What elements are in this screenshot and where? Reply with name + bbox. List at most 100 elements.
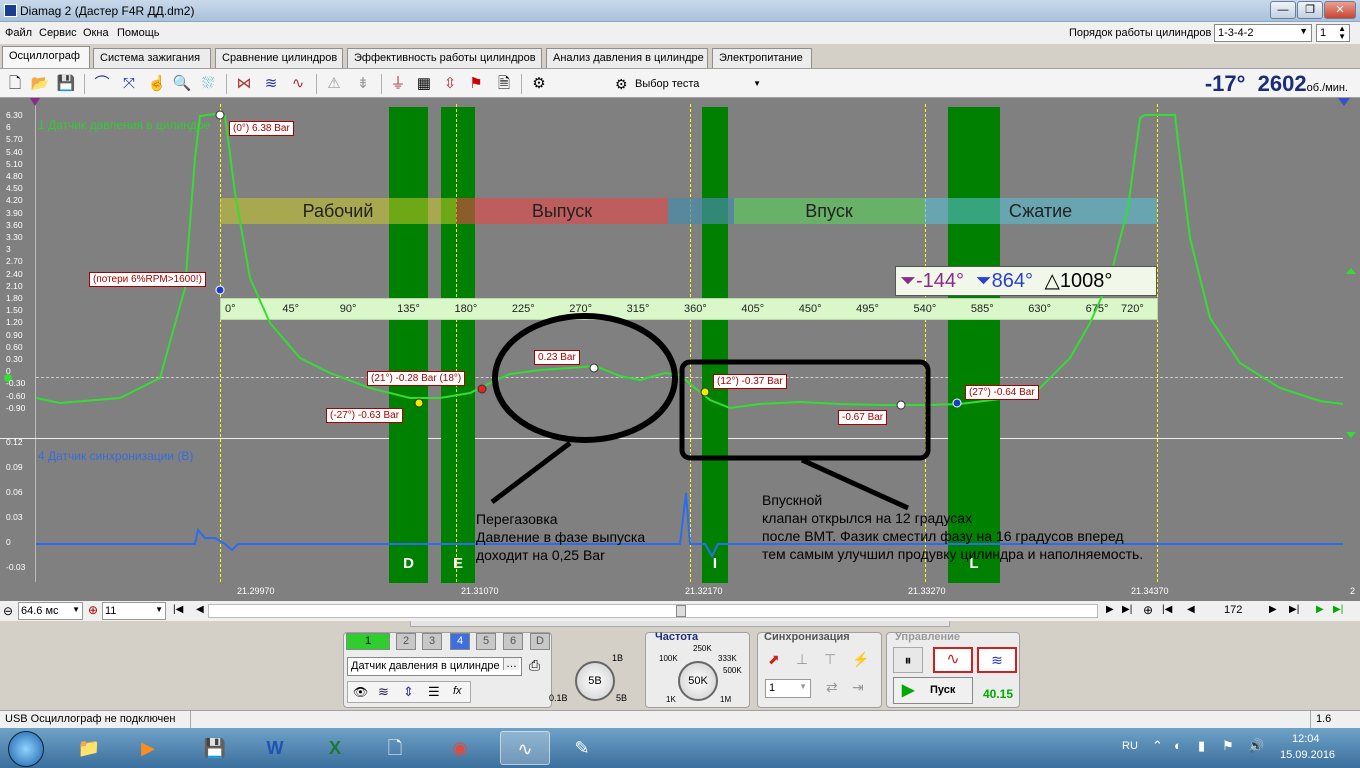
play-icon[interactable]: ▶ — [1316, 604, 1324, 615]
network-icon[interactable]: ▮ — [1198, 738, 1205, 754]
filter-icon[interactable]: ⛆ — [197, 73, 219, 95]
diamag-taskbar-icon[interactable]: ∿ — [500, 731, 550, 765]
last-frame-icon[interactable]: ▶| — [1289, 604, 1299, 615]
maximize-button[interactable]: ❐ — [1297, 1, 1323, 19]
timeline-scrollbar[interactable] — [208, 604, 1098, 618]
overlay-wave-icon[interactable]: ∿ — [287, 73, 309, 95]
menu-windows[interactable]: Окна — [83, 27, 109, 39]
falling-trigger-icon[interactable]: ⊤ — [824, 651, 836, 668]
y-axis-tick: 5.40 — [6, 146, 23, 157]
voltage-knob[interactable]: 5В — [575, 661, 615, 701]
cylinder-spinner[interactable]: 1 ▲ ▼ — [1316, 24, 1350, 42]
start-menu-button[interactable] — [8, 731, 44, 767]
first-frame-icon[interactable]: |◀ — [173, 604, 183, 615]
auto-trigger-icon[interactable]: ⚡ — [852, 651, 869, 668]
tab-oscilloscope[interactable]: Осциллограф — [2, 46, 90, 69]
tab-cylinder-compare[interactable]: Сравнение цилиндров — [215, 48, 343, 68]
start-button[interactable]: ▶ Пуск — [893, 677, 973, 704]
play-end-icon[interactable]: ▶| — [1333, 604, 1343, 615]
explorer-taskbar-icon[interactable]: 📁 — [64, 731, 114, 765]
menu-service[interactable]: Сервис — [39, 27, 77, 39]
trigger-icon[interactable]: ⌒ — [91, 73, 113, 95]
prev-frame-icon[interactable]: ◀ — [196, 604, 204, 615]
minimize-button[interactable]: — — [1270, 1, 1296, 19]
new-file-icon[interactable]: 🗋 — [4, 73, 26, 95]
zero-icon[interactable]: ⇟ — [352, 73, 374, 95]
wave-icon[interactable]: ≋ — [260, 73, 282, 95]
save-taskbar-icon[interactable]: 💾 — [190, 731, 240, 765]
paint-taskbar-icon[interactable]: ✎ — [557, 731, 607, 765]
language-indicator[interactable]: RU — [1122, 740, 1138, 752]
cyl-order-select[interactable]: 1-3-4-2 ▼ — [1214, 24, 1312, 42]
table-icon[interactable]: ▦ — [413, 73, 435, 95]
frequency-knob[interactable]: 50K — [678, 661, 718, 701]
next-icon[interactable]: ▶ — [1106, 604, 1114, 615]
compress-wave-icon[interactable]: ⋈ — [233, 73, 255, 95]
file-taskbar-icon[interactable]: 🗋 — [370, 731, 420, 765]
eye-icon[interactable]: 👁 — [353, 685, 368, 699]
menu-file[interactable]: Файл — [5, 27, 32, 39]
pause-button[interactable]: ⏸ — [893, 647, 923, 673]
open-folder-icon[interactable]: 📂 — [29, 73, 51, 95]
media-player-taskbar-icon[interactable]: ▶ — [123, 731, 173, 765]
timebase-select[interactable]: 64.6 мс ▼ — [18, 602, 83, 620]
add-frame-icon[interactable]: ⊕ — [1143, 603, 1153, 617]
oscilloscope-plot[interactable]: D E I L Рабочий Выпуск Впуск Сжатие 0° 45… — [0, 98, 1360, 601]
rising-trigger-icon[interactable]: ⊥ — [796, 651, 808, 668]
single-mode-button[interactable]: ∿ — [933, 647, 973, 673]
clock-time[interactable]: 12:04 — [1292, 733, 1320, 745]
zoom-icon[interactable]: 🔍 — [171, 73, 193, 95]
marker-filter-icon[interactable]: ⏚ — [387, 73, 409, 95]
document-icon[interactable]: 🗎 — [493, 73, 515, 95]
vertical-scale-icon[interactable]: ⇕ — [403, 684, 414, 700]
chrome-taskbar-icon[interactable]: ◉ — [435, 731, 485, 765]
channel-5-button[interactable]: 5 — [476, 633, 496, 650]
volume-icon[interactable]: 🔊 — [1248, 738, 1264, 754]
test-select-dropdown[interactable]: ⚙ Выбор теста ▼ — [610, 73, 766, 95]
first-frame-icon[interactable]: |◀ — [1162, 604, 1172, 615]
channel-d-button[interactable]: D — [530, 633, 550, 650]
cursor-measure-icon[interactable]: ⤧ — [118, 73, 140, 95]
close-button[interactable]: ✕ — [1324, 1, 1356, 19]
menu-help[interactable]: Помощь — [117, 27, 160, 39]
auto-icon[interactable]: ⚠ — [323, 73, 345, 95]
panel-collapse-handle[interactable] — [410, 621, 950, 627]
count-select[interactable]: 11 ▼ — [102, 602, 166, 620]
sensor-settings-icon[interactable]: ⎙ — [529, 657, 540, 674]
clock-date[interactable]: 15.09.2016 — [1280, 749, 1335, 761]
tray-app-icon[interactable]: ◐ — [1174, 738, 1182, 753]
sensor-select[interactable]: Датчик давления в цилиндре… — [347, 657, 522, 676]
wave-filter-icon[interactable]: ≋ — [378, 684, 389, 700]
tab-cylinder-efficiency[interactable]: Эффективность работы цилиндров — [347, 48, 542, 68]
zoom-out-icon[interactable]: ⊖ — [3, 604, 13, 618]
tab-power[interactable]: Электропитание — [712, 48, 812, 68]
record-icon[interactable]: ⊕ — [88, 603, 98, 617]
rising-edge-icon[interactable]: ⬈ — [768, 651, 780, 668]
auto-settings-icon[interactable]: ⚙ — [528, 73, 550, 95]
sync-compress-icon[interactable]: ⇥ — [852, 679, 864, 696]
channel-1-button[interactable]: 1 — [346, 633, 390, 650]
flag-icon[interactable]: ⚑ — [1222, 738, 1234, 754]
channel-3-button[interactable]: 3 — [422, 633, 442, 650]
last-icon[interactable]: ▶| — [1122, 604, 1132, 615]
tab-pressure-analysis[interactable]: Анализ давления в цилиндре — [546, 48, 708, 68]
sync-channel-select[interactable]: 1 ▼ — [765, 679, 811, 698]
scrollbar-thumb[interactable] — [676, 605, 686, 617]
flag-icon[interactable]: ⚑ — [465, 73, 487, 95]
tab-ignition[interactable]: Система зажигания — [93, 48, 211, 68]
hand-tool-icon[interactable]: ☝ — [146, 73, 168, 95]
excel-taskbar-icon[interactable]: X — [310, 731, 360, 765]
channel-2-button[interactable]: 2 — [396, 633, 416, 650]
function-icon[interactable]: fx — [453, 685, 462, 697]
lines-icon[interactable]: ☰ — [428, 684, 440, 700]
continuous-mode-button[interactable]: ≋ — [977, 647, 1017, 673]
next-frame-icon[interactable]: ▶ — [1269, 604, 1277, 615]
sync-shift-icon[interactable]: ⇄ — [826, 679, 838, 696]
prev-frame-icon[interactable]: ◀ — [1187, 604, 1195, 615]
tray-arrow-icon[interactable]: ⌃ — [1152, 738, 1163, 754]
save-icon[interactable]: 💾 — [55, 73, 77, 95]
channel-4-button[interactable]: 4 — [450, 633, 470, 650]
channel-6-button[interactable]: 6 — [503, 633, 523, 650]
split-icon[interactable]: ⇳ — [439, 73, 461, 95]
word-taskbar-icon[interactable]: W — [250, 731, 300, 765]
